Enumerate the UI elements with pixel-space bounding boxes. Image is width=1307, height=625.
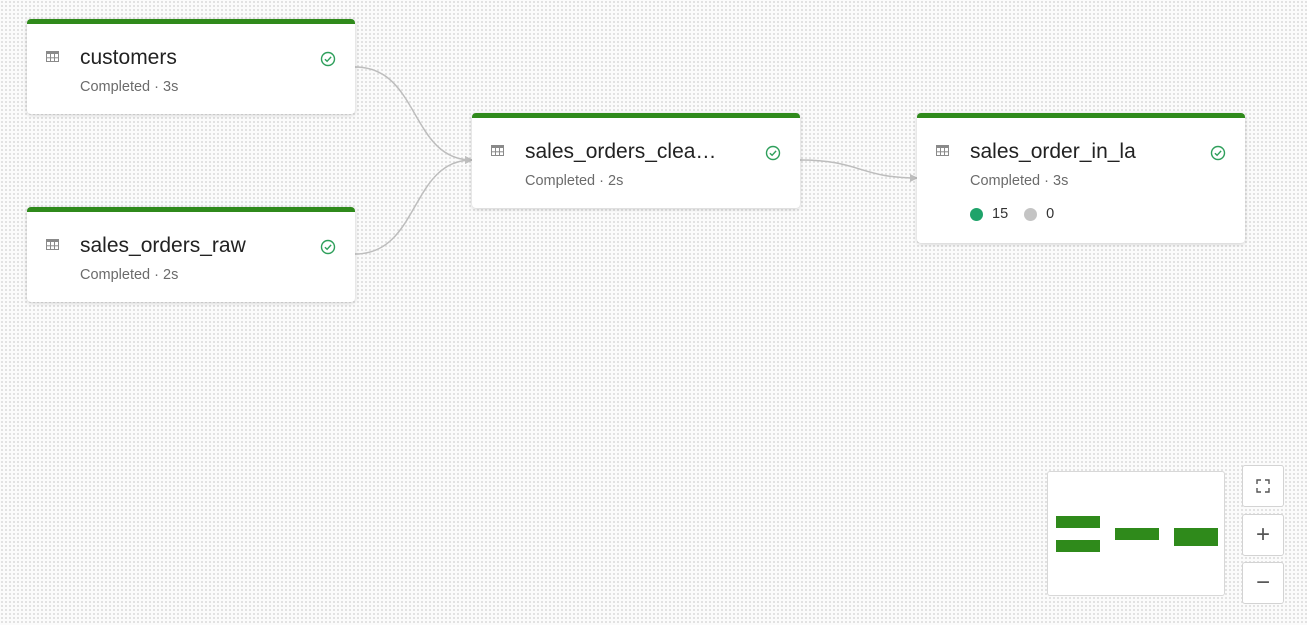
table-icon [491, 145, 504, 156]
node-status: Completed · 2s [525, 173, 624, 189]
minimap-node-sales-order-in-la [1174, 528, 1218, 546]
minimap[interactable] [1047, 471, 1225, 596]
node-sales-orders-cleaned[interactable]: sales_orders_clea… Completed · 2s [472, 113, 800, 208]
node-title: sales_orders_raw [80, 234, 246, 257]
minimap-node-sales-orders-cleaned [1115, 528, 1159, 540]
node-status: Completed · 3s [80, 79, 179, 95]
edge-customers-to-cleaned [354, 66, 473, 164]
minimap-node-customers [1056, 516, 1100, 528]
zoom-in-button[interactable]: + [1242, 514, 1284, 556]
table-icon [46, 239, 59, 250]
node-title: sales_order_in_la [970, 140, 1136, 163]
check-circle-icon [1210, 145, 1226, 161]
table-icon [46, 51, 59, 62]
node-status: Completed · 2s [80, 267, 179, 283]
node-status: Completed · 3s [970, 173, 1069, 189]
check-circle-icon [320, 239, 336, 255]
zoom-out-button[interactable]: − [1242, 562, 1284, 604]
rows-written-dot-icon [970, 207, 983, 221]
node-sales-orders-raw[interactable]: sales_orders_raw Completed · 2s [27, 207, 355, 302]
check-circle-icon [320, 51, 336, 67]
rows-dropped-count: 0 [1046, 206, 1055, 222]
table-icon [936, 145, 949, 156]
node-title: customers [80, 46, 177, 69]
node-sales-order-in-la[interactable]: sales_order_in_la Completed · 3s 15 0 [917, 113, 1245, 243]
edge-cleaned-to-la [799, 159, 918, 182]
minus-icon: − [1255, 569, 1270, 596]
node-metrics: 15 0 [970, 206, 1070, 222]
check-circle-icon [765, 145, 781, 161]
edge-raw-to-cleaned [354, 156, 473, 255]
node-customers[interactable]: customers Completed · 3s [27, 19, 355, 114]
pipeline-graph-canvas[interactable]: customers Completed · 3s sales_orders_ra… [0, 0, 1307, 625]
node-title: sales_orders_clea… [525, 140, 717, 163]
fit-view-button[interactable] [1242, 465, 1284, 507]
plus-icon: + [1255, 521, 1270, 548]
rows-dropped-dot-icon [1024, 207, 1038, 221]
rows-written-count: 15 [992, 206, 1009, 222]
minimap-node-sales-orders-raw [1056, 540, 1100, 552]
fit-view-icon [1256, 479, 1270, 493]
